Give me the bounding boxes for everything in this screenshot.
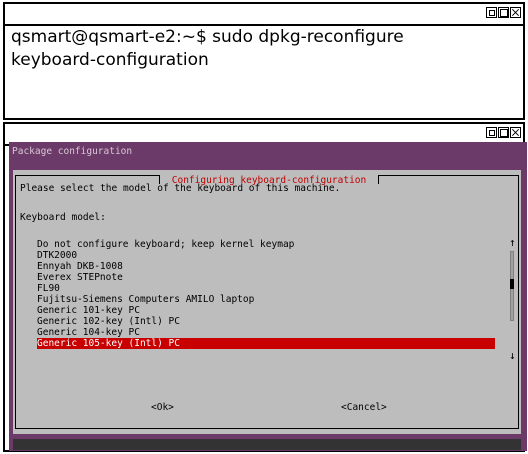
- minimize-icon[interactable]: [486, 7, 497, 18]
- list-item[interactable]: Generic 102-key (Intl) PC: [37, 316, 495, 327]
- scrollbar-thumb[interactable]: [510, 279, 514, 289]
- scroll-up-arrow-icon[interactable]: ↑: [509, 237, 516, 248]
- keyboard-config-dialog: Configuring keyboard-configuration Pleas…: [13, 170, 521, 434]
- maximize-icon[interactable]: [498, 7, 509, 18]
- package-configuration-title: Package configuration: [12, 146, 133, 157]
- top-terminal-window: qsmart@qsmart-e2:~$ sudo dpkg-reconfigur…: [3, 2, 525, 120]
- top-window-titlebar: [5, 4, 523, 26]
- terminal-screen[interactable]: Package configuration Configuring keyboa…: [9, 142, 527, 451]
- ok-button[interactable]: <Ok>: [151, 402, 174, 413]
- terminal-output[interactable]: qsmart@qsmart-e2:~$ sudo dpkg-reconfigur…: [11, 26, 516, 72]
- cancel-button[interactable]: <Cancel>: [341, 402, 387, 413]
- dialog-prompt: Please select the model of the keyboard …: [20, 183, 341, 194]
- terminal-status-bar: [13, 439, 521, 450]
- list-item[interactable]: Everex STEPnote: [37, 272, 495, 283]
- list-item[interactable]: Fujitsu-Siemens Computers AMILO laptop: [37, 294, 495, 305]
- list-item[interactable]: Ennyah DKB-1008: [37, 261, 495, 272]
- close-icon[interactable]: [510, 127, 521, 138]
- bottom-terminal-window: Package configuration Configuring keyboa…: [3, 122, 527, 452]
- list-item-selected[interactable]: Generic 105-key (Intl) PC: [37, 338, 495, 349]
- command-line-2: keyboard-configuration: [11, 50, 209, 70]
- scroll-down-arrow-icon[interactable]: ↓: [509, 350, 516, 361]
- minimize-icon[interactable]: [486, 127, 497, 138]
- close-icon[interactable]: [510, 7, 521, 18]
- list-item[interactable]: DTK2000: [37, 250, 495, 261]
- keyboard-model-label: Keyboard model:: [20, 212, 106, 223]
- window-controls: [486, 7, 521, 18]
- list-item[interactable]: Generic 101-key PC: [37, 305, 495, 316]
- list-item[interactable]: Generic 104-key PC: [37, 327, 495, 338]
- maximize-icon[interactable]: [498, 127, 509, 138]
- title-right-tick: [378, 175, 385, 184]
- window-controls: [486, 127, 521, 138]
- list-item[interactable]: Do not configure keyboard; keep kernel k…: [37, 239, 495, 250]
- command-line-1: qsmart@qsmart-e2:~$ sudo dpkg-reconfigur…: [11, 27, 404, 47]
- keyboard-model-list[interactable]: Do not configure keyboard; keep kernel k…: [37, 239, 495, 349]
- list-item[interactable]: FL90: [37, 283, 495, 294]
